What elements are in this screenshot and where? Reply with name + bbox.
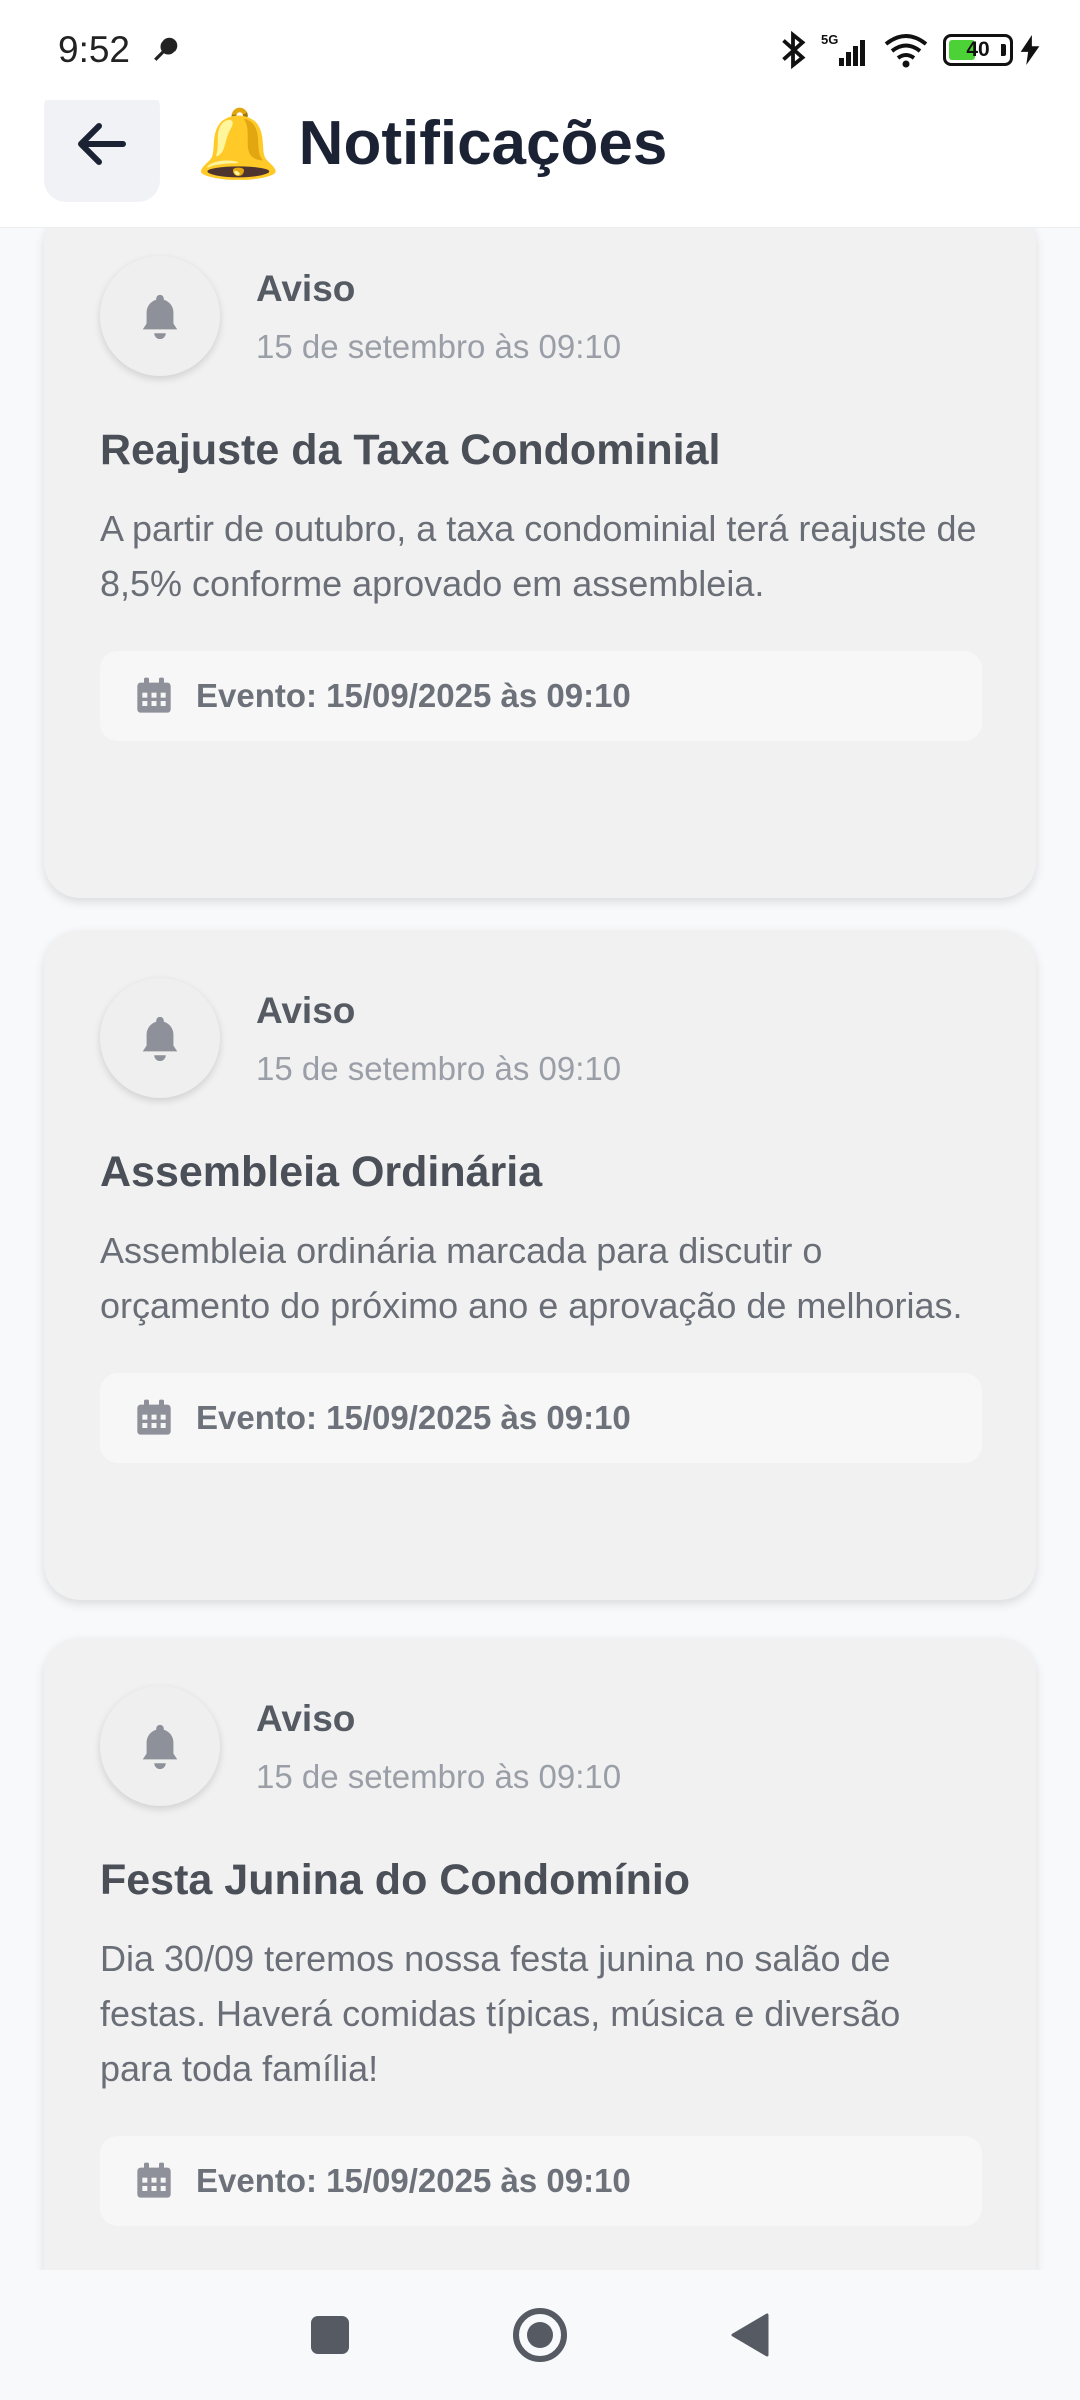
wifi-icon	[883, 32, 929, 68]
home-button[interactable]	[510, 2305, 570, 2365]
event-box: Evento: 15/09/2025 às 09:10	[100, 651, 982, 741]
signal-icon: 5G	[821, 32, 869, 68]
bell-avatar	[100, 256, 220, 376]
notification-type: Aviso	[256, 1698, 356, 1739]
bluetooth-icon	[779, 31, 807, 69]
notification-type: Aviso	[256, 990, 356, 1031]
page-title: Notificações	[298, 109, 668, 178]
screen: 9:52 5G 40 🔔 Notificações Aviso 15 de se…	[0, 0, 1080, 2400]
notification-type: Aviso	[256, 268, 356, 309]
battery-icon: 40	[943, 34, 1013, 66]
notification-card[interactable]: Aviso 15 de setembro às 09:10 Festa Juni…	[44, 1638, 1036, 2270]
battery-level: 40	[966, 38, 990, 61]
back-nav-button[interactable]	[720, 2305, 780, 2365]
card-meta: Aviso 15 de setembro às 09:10	[256, 1686, 621, 1796]
triangle-back-icon	[731, 2313, 769, 2357]
notification-date: 15 de setembro às 09:10	[256, 328, 622, 365]
notification-card[interactable]: Aviso 15 de setembro às 09:10 Assembleia…	[44, 930, 1036, 1600]
notification-body: Assembleia ordinária marcada para discut…	[100, 1230, 963, 1326]
charging-icon	[1020, 35, 1040, 65]
wrench-icon	[152, 37, 178, 63]
square-icon	[311, 2316, 349, 2354]
bell-icon	[142, 294, 178, 339]
card-header: Aviso 15 de setembro às 09:10	[100, 1686, 980, 1806]
notification-body: A partir de outubro, a taxa condominial …	[100, 508, 977, 604]
bell-avatar	[100, 1686, 220, 1806]
status-right: 5G 40	[779, 31, 1040, 69]
system-nav-bar	[0, 2270, 1080, 2400]
bell-emoji-icon: 🔔	[196, 105, 281, 182]
card-header: Aviso 15 de setembro às 09:10	[100, 978, 980, 1098]
bell-avatar	[100, 978, 220, 1098]
status-bar: 9:52 5G 40	[0, 0, 1080, 100]
event-text: Evento: 15/09/2025 às 09:10	[196, 2162, 631, 2199]
network-label: 5G	[821, 32, 838, 47]
event-text: Evento: 15/09/2025 às 09:10	[196, 677, 631, 714]
notification-date: 15 de setembro às 09:10	[256, 1050, 622, 1087]
calendar-icon	[137, 677, 171, 713]
notification-body: Dia 30/09 teremos nossa festa junina no …	[100, 1938, 901, 2089]
notification-title: Reajuste da Taxa Condominial	[100, 426, 721, 474]
notification-feed[interactable]: Aviso 15 de setembro às 09:10 Reajuste d…	[0, 228, 1080, 2270]
status-time: 9:52	[58, 29, 131, 70]
calendar-icon	[137, 1399, 171, 1435]
bell-icon	[142, 1016, 178, 1061]
card-header: Aviso 15 de setembro às 09:10	[100, 256, 980, 376]
notification-title: Assembleia Ordinária	[100, 1148, 543, 1196]
event-box: Evento: 15/09/2025 às 09:10	[100, 2136, 982, 2226]
notification-date: 15 de setembro às 09:10	[256, 1758, 622, 1795]
back-button[interactable]	[44, 85, 160, 202]
status-left: 9:52	[58, 29, 178, 71]
notification-title: Festa Junina do Condomínio	[100, 1856, 691, 1904]
calendar-icon	[137, 2162, 171, 2198]
notification-card[interactable]: Aviso 15 de setembro às 09:10 Reajuste d…	[44, 228, 1036, 898]
event-box: Evento: 15/09/2025 às 09:10	[100, 1373, 982, 1463]
card-meta: Aviso 15 de setembro às 09:10	[256, 978, 621, 1088]
event-text: Evento: 15/09/2025 às 09:10	[196, 1399, 631, 1436]
card-meta: Aviso 15 de setembro às 09:10	[256, 256, 621, 366]
arrow-left-icon	[78, 122, 126, 165]
bell-icon	[142, 1724, 178, 1769]
circle-icon	[513, 2308, 567, 2362]
recents-button[interactable]	[300, 2305, 360, 2365]
